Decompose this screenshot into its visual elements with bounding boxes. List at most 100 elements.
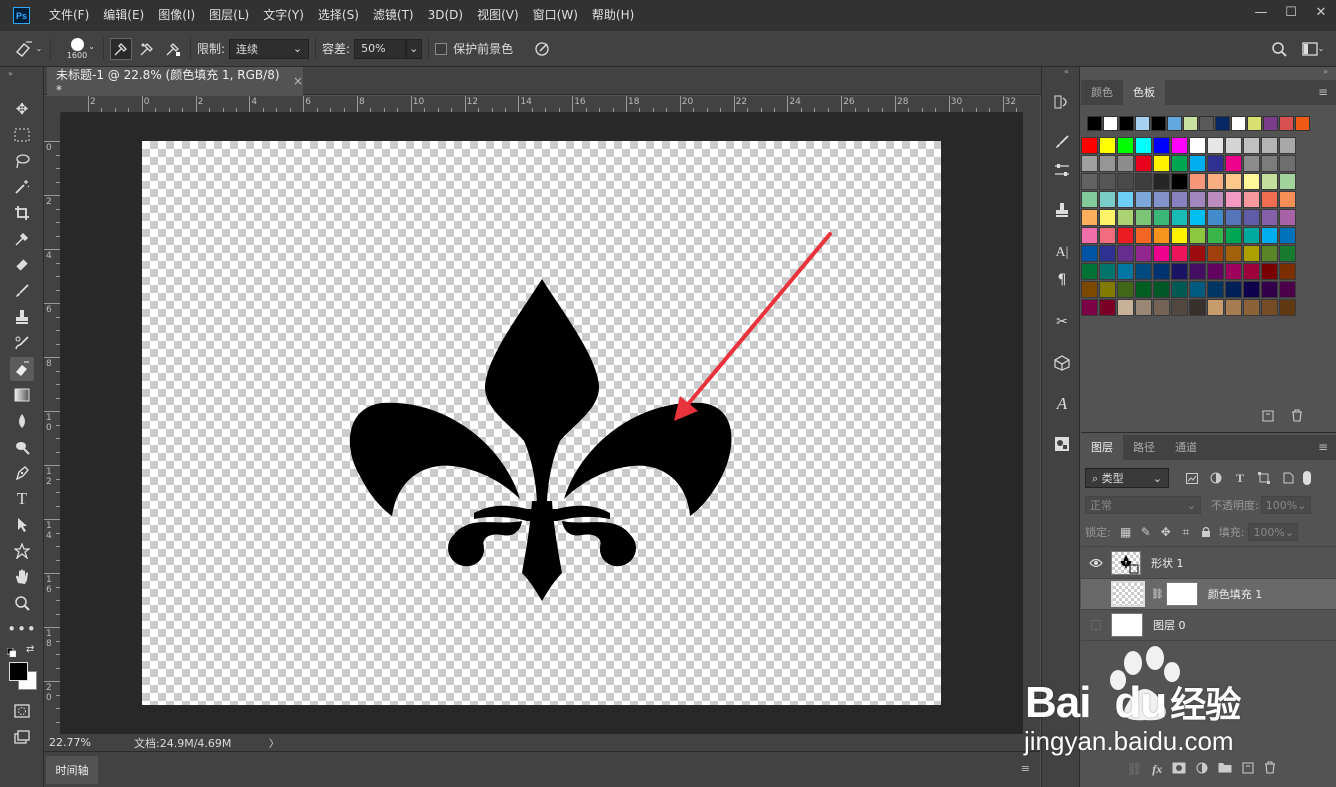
blur-tool-icon[interactable] [10, 409, 34, 433]
quick-mask-icon[interactable] [10, 699, 34, 723]
swatch[interactable] [1279, 155, 1296, 172]
swatch[interactable] [1117, 263, 1134, 280]
menu-window[interactable]: 窗口(W) [526, 0, 585, 31]
swatch[interactable] [1243, 155, 1260, 172]
panel-menu-icon[interactable]: ≡ [1318, 85, 1328, 99]
swatch[interactable] [1207, 227, 1224, 244]
lock-pixels-icon[interactable]: ✎ [1137, 525, 1155, 539]
swatch[interactable] [1099, 191, 1116, 208]
swatch[interactable] [1081, 227, 1098, 244]
swatch[interactable] [1279, 191, 1296, 208]
swatch[interactable] [1153, 191, 1170, 208]
swatch[interactable] [1099, 245, 1116, 262]
swatch[interactable] [1135, 281, 1152, 298]
brush-size-picker[interactable]: 1600 ⌄ [57, 34, 97, 64]
default-colors-icon[interactable] [6, 646, 17, 658]
swatch[interactable] [1135, 155, 1152, 172]
swatch[interactable] [1189, 191, 1206, 208]
swatch[interactable] [1243, 173, 1260, 190]
swatch[interactable] [1153, 263, 1170, 280]
swatch[interactable] [1243, 299, 1260, 316]
new-swatch-icon[interactable] [1262, 410, 1274, 425]
custom-shape-tool-icon[interactable] [10, 539, 34, 563]
crop-tool-icon[interactable] [10, 201, 34, 225]
menu-image[interactable]: 图像(I) [151, 0, 202, 31]
brush-settings-panel-icon[interactable] [1051, 131, 1073, 153]
swatch[interactable] [1117, 155, 1134, 172]
more-tools-icon[interactable]: ••• [7, 617, 36, 641]
swatch[interactable] [1153, 281, 1170, 298]
recent-swatch[interactable] [1119, 116, 1134, 131]
swatch[interactable] [1171, 227, 1188, 244]
swatch[interactable] [1261, 245, 1278, 262]
add-mask-icon[interactable] [1172, 762, 1186, 777]
swatch[interactable] [1099, 263, 1116, 280]
swatch[interactable] [1261, 137, 1278, 154]
menu-layer[interactable]: 图层(L) [202, 0, 256, 31]
swatch[interactable] [1171, 155, 1188, 172]
swatch[interactable] [1261, 209, 1278, 226]
zoom-level[interactable]: 22.77% [49, 736, 119, 749]
visibility-eye-icon[interactable] [1081, 558, 1111, 568]
timeline-tab[interactable]: 时间轴 [46, 756, 98, 784]
magic-wand-tool-icon[interactable] [10, 175, 34, 199]
swatch[interactable] [1243, 191, 1260, 208]
swatch[interactable] [1153, 173, 1170, 190]
sampling-background-swatch-icon[interactable] [162, 38, 184, 60]
recent-swatch[interactable] [1295, 116, 1310, 131]
lock-position-icon[interactable]: ✥ [1157, 525, 1175, 539]
limit-select[interactable]: 连续 ⌄ [229, 38, 310, 59]
delete-layer-trash-icon[interactable] [1264, 761, 1276, 777]
pressure-size-icon[interactable] [531, 38, 553, 60]
swatch[interactable] [1279, 173, 1296, 190]
swatch[interactable] [1117, 227, 1134, 244]
minimize-button[interactable]: — [1246, 0, 1276, 24]
recent-swatch[interactable] [1167, 116, 1182, 131]
glyphs-panel-icon[interactable]: A [1051, 393, 1073, 415]
tab-swatches[interactable]: 色板 [1123, 80, 1165, 105]
swatch[interactable] [1099, 209, 1116, 226]
type-tool-icon[interactable]: T [10, 487, 34, 511]
swatch[interactable] [1153, 155, 1170, 172]
libraries-panel-icon[interactable] [1051, 433, 1073, 455]
swatch[interactable] [1153, 299, 1170, 316]
fx-icon[interactable]: fx [1152, 762, 1162, 777]
recent-swatch[interactable] [1151, 116, 1166, 131]
swatch[interactable] [1117, 209, 1134, 226]
swap-colors-icon[interactable]: ⇄ [26, 644, 34, 655]
new-group-folder-icon[interactable] [1218, 762, 1232, 776]
tab-color[interactable]: 颜色 [1081, 80, 1123, 105]
gradient-tool-icon[interactable] [10, 383, 34, 407]
swatch[interactable] [1171, 245, 1188, 262]
swatch[interactable] [1243, 209, 1260, 226]
swatch[interactable] [1261, 299, 1278, 316]
paragraph-panel-icon[interactable]: ¶ [1051, 269, 1073, 291]
recent-swatch[interactable] [1087, 116, 1102, 131]
swatch[interactable] [1081, 137, 1098, 154]
recent-swatch[interactable] [1199, 116, 1214, 131]
filter-adjustment-icon[interactable] [1207, 472, 1225, 484]
swatch[interactable] [1171, 299, 1188, 316]
swatch[interactable] [1099, 155, 1116, 172]
swatch[interactable] [1279, 227, 1296, 244]
menu-3d[interactable]: 3D(D) [421, 0, 470, 31]
swatch[interactable] [1261, 191, 1278, 208]
fill-input[interactable]: 100% ⌄ [1248, 523, 1299, 541]
layer-mask-thumbnail[interactable] [1165, 582, 1198, 606]
menu-edit[interactable]: 编辑(E) [96, 0, 151, 31]
lasso-tool-icon[interactable] [10, 149, 34, 173]
protect-foreground-checkbox[interactable] [435, 42, 448, 55]
swatch[interactable] [1189, 245, 1206, 262]
swatch[interactable] [1261, 173, 1278, 190]
swatch[interactable] [1171, 173, 1188, 190]
swatch[interactable] [1081, 263, 1098, 280]
swatch[interactable] [1099, 227, 1116, 244]
hand-tool-icon[interactable] [10, 565, 34, 589]
marquee-tool-icon[interactable] [10, 123, 34, 147]
layer-row-shape-1[interactable]: 形状 1 [1081, 548, 1336, 579]
swatch[interactable] [1189, 137, 1206, 154]
menu-view[interactable]: 视图(V) [470, 0, 526, 31]
menu-select[interactable]: 选择(S) [311, 0, 366, 31]
swatch[interactable] [1081, 173, 1098, 190]
tab-layers[interactable]: 图层 [1081, 435, 1123, 460]
